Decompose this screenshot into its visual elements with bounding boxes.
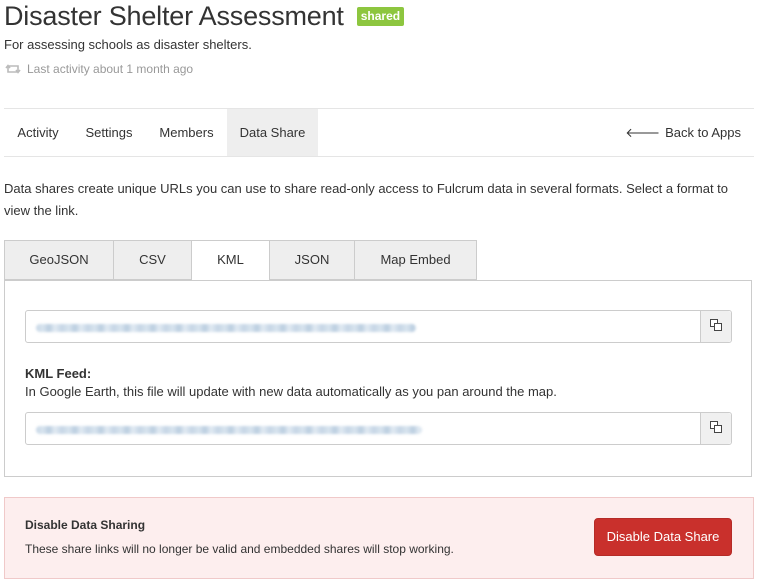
back-to-apps-link[interactable]: 🡐 Back to Apps — [625, 109, 741, 156]
arrow-left-icon: 🡐 — [625, 125, 661, 140]
copy-url-button[interactable] — [700, 311, 731, 342]
disable-sharing-title: Disable Data Sharing — [25, 518, 146, 532]
intro-text: Data shares create unique URLs you can u… — [4, 181, 729, 218]
disable-sharing-panel: Disable Data Sharing These share links w… — [4, 497, 754, 579]
disable-data-share-button[interactable]: Disable Data Share — [594, 518, 732, 556]
app-description: For assessing schools as disaster shelte… — [4, 37, 252, 52]
blurred-feed-url — [36, 426, 422, 434]
kml-feed-description: In Google Earth, this file will update w… — [25, 384, 557, 399]
copy-feed-url-button[interactable] — [700, 413, 731, 444]
tab-activity[interactable]: Activity — [4, 109, 72, 156]
tab-members[interactable]: Members — [146, 109, 227, 156]
format-tab-csv[interactable]: CSV — [113, 240, 192, 280]
kml-feed-url-field[interactable] — [25, 412, 732, 445]
page-header: Disaster Shelter Assessment shared — [4, 0, 405, 32]
copy-icon — [710, 420, 722, 438]
share-url-field[interactable] — [25, 310, 732, 343]
app-nav: Activity Settings Members Data Share 🡐 B… — [4, 108, 754, 157]
last-activity-text: Last activity about 1 month ago — [27, 62, 194, 76]
last-activity: Last activity about 1 month ago — [5, 62, 193, 76]
format-tab-json[interactable]: JSON — [269, 240, 355, 280]
format-tab-map-embed[interactable]: Map Embed — [354, 240, 477, 280]
shared-badge: shared — [356, 6, 405, 26]
tab-settings[interactable]: Settings — [72, 109, 146, 156]
blurred-url — [36, 324, 416, 332]
tab-data-share[interactable]: Data Share — [227, 109, 318, 156]
disable-sharing-description: These share links will no longer be vali… — [25, 542, 454, 556]
refresh-icon — [5, 62, 21, 76]
back-to-apps-label: Back to Apps — [665, 125, 741, 140]
format-tab-geojson[interactable]: GeoJSON — [4, 240, 114, 280]
page-title: Disaster Shelter Assessment — [4, 1, 344, 31]
copy-icon — [710, 318, 722, 336]
kml-feed-label: KML Feed: — [25, 366, 92, 381]
format-tab-kml[interactable]: KML — [191, 240, 270, 281]
